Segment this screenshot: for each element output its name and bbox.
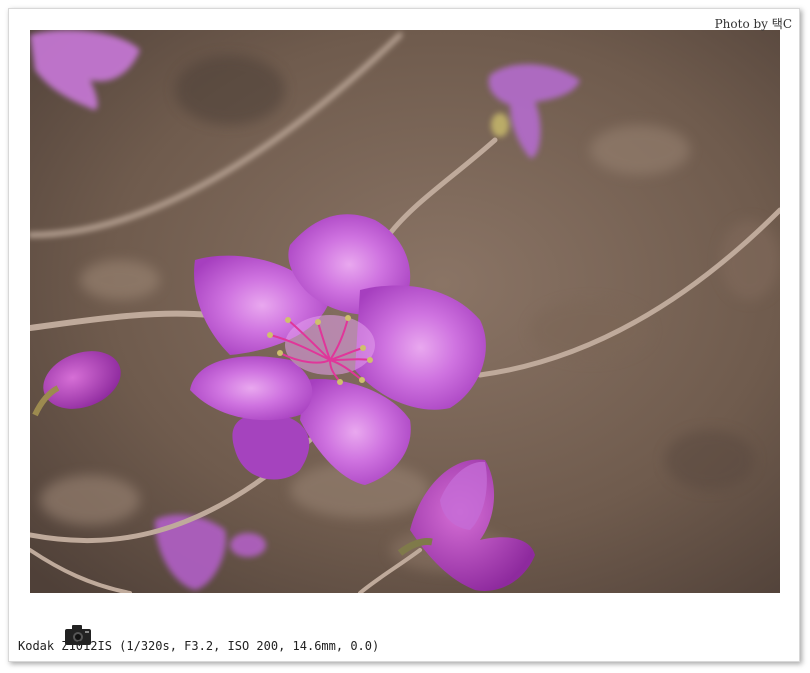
photo-image — [30, 30, 780, 593]
photo-credit: Photo by 택C — [714, 17, 792, 31]
exif-info: Kodak Z1012IS (1/320s, F3.2, ISO 200, 14… — [18, 639, 380, 653]
photo — [30, 30, 780, 593]
